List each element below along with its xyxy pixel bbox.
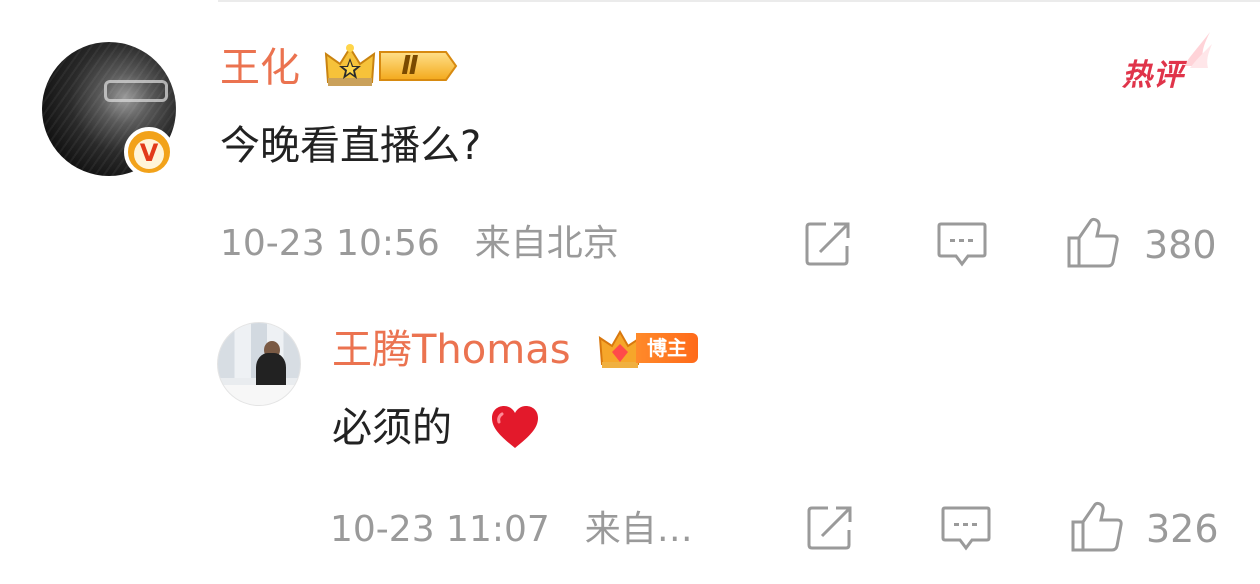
forward-icon[interactable] bbox=[804, 220, 854, 268]
hot-comment-tag: 热评 bbox=[1122, 58, 1184, 93]
comment-location: 来自北京 bbox=[474, 223, 619, 264]
host-badge-label: 博主 bbox=[636, 333, 698, 363]
comment-meta: 10-23 10:56 来自北京 bbox=[220, 226, 619, 262]
reply-meta: 10-23 11:07 来自… bbox=[330, 512, 693, 548]
comment-text: 今晚看直播么? bbox=[220, 123, 482, 169]
thumbs-up-icon[interactable] bbox=[1066, 216, 1120, 268]
level-badge-label: Ⅱ bbox=[401, 51, 419, 81]
commenter-username[interactable]: 王化 bbox=[220, 48, 300, 88]
reply-location: 来自… bbox=[584, 509, 693, 550]
like-count: 380 bbox=[1144, 223, 1217, 267]
replier-username[interactable]: 王腾Thomas bbox=[332, 330, 571, 370]
heart-emoji-icon bbox=[492, 406, 538, 448]
reply-like-count: 326 bbox=[1146, 507, 1219, 551]
replier-avatar[interactable] bbox=[217, 322, 301, 406]
verified-v-icon: V bbox=[124, 127, 174, 177]
top-divider bbox=[218, 0, 1260, 2]
reply-text: 必须的 bbox=[332, 405, 452, 451]
comment-time: 10-23 10:56 bbox=[220, 223, 440, 264]
flame-decoration-icon bbox=[1184, 32, 1212, 68]
reply-comment-icon[interactable] bbox=[940, 504, 992, 554]
reply-thumbs-up-icon[interactable] bbox=[1070, 500, 1124, 552]
crown-level-badge-icon bbox=[324, 44, 458, 86]
comment-icon[interactable] bbox=[936, 220, 988, 270]
reply-time: 10-23 11:07 bbox=[330, 509, 550, 550]
reply-forward-icon[interactable] bbox=[806, 504, 856, 552]
